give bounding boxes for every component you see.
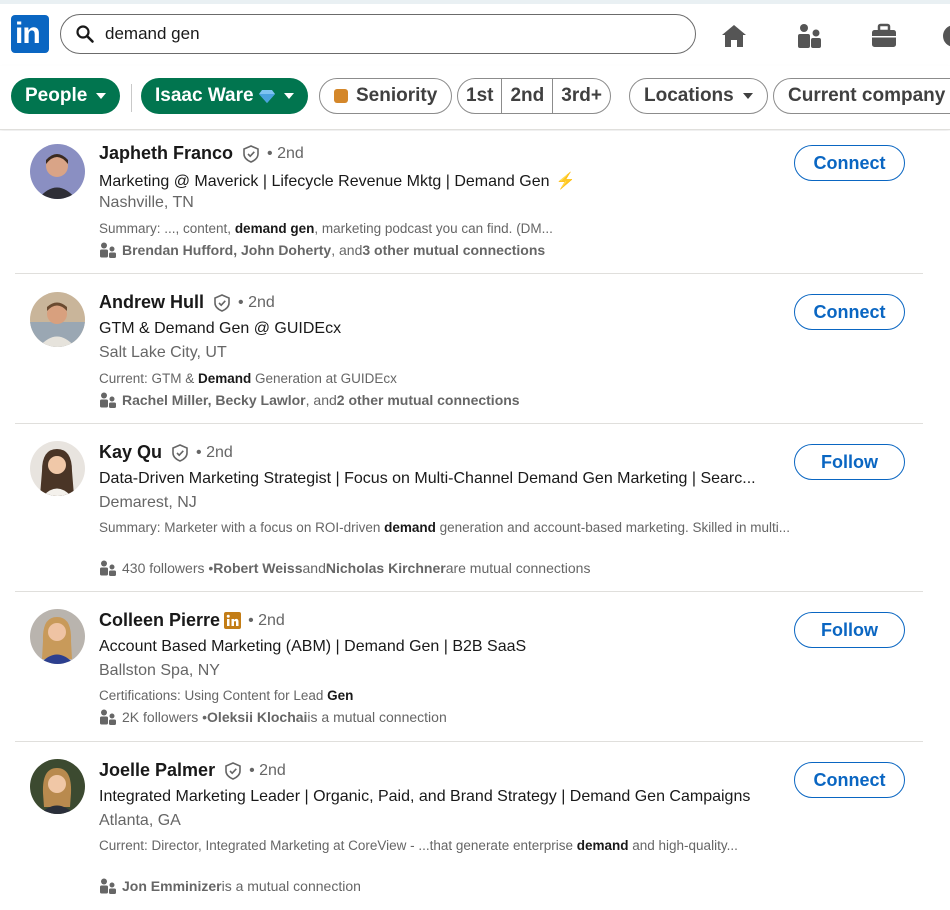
- profile-snippet: Current: GTM & Demand Generation at GUID…: [99, 371, 397, 386]
- profile-headline: Integrated Marketing Leader | Organic, P…: [99, 788, 751, 805]
- profile-headline: Account Based Marketing (ABM) | Demand G…: [99, 638, 527, 655]
- profile-name[interactable]: Joelle Palmer: [99, 760, 215, 781]
- search-results-list: Japheth Franco • 2nd Marketing @ Maveric…: [0, 131, 950, 910]
- mutual-connections[interactable]: Jon Emminizer is a mutual connection: [99, 878, 361, 894]
- verified-shield-icon: [225, 761, 241, 780]
- list-item: Joelle Palmer • 2nd Integrated Marketing…: [15, 742, 923, 910]
- jobs-icon[interactable]: [870, 22, 898, 50]
- profile-name[interactable]: Japheth Franco: [99, 143, 233, 164]
- verified-shield-icon: [214, 293, 230, 312]
- profile-snippet: Summary: Marketer with a focus on ROI-dr…: [99, 520, 791, 535]
- people-icon: [100, 242, 116, 258]
- profile-name[interactable]: Colleen Pierre: [99, 610, 220, 631]
- degree-1st-button[interactable]: 1st: [458, 79, 501, 113]
- search-input[interactable]: [105, 24, 665, 44]
- account-filter-label: Isaac Ware: [155, 85, 254, 106]
- sales-navigator-icon: [334, 89, 348, 103]
- list-item: Andrew Hull • 2nd GTM & Demand Gen @ GUI…: [15, 274, 923, 424]
- mutual-connections[interactable]: Rachel Miller, Becky Lawlor, and 2 other…: [99, 392, 520, 408]
- profile-headline: Marketing @ Maverick | Lifecycle Revenue…: [99, 173, 550, 190]
- logo-text: in: [15, 17, 41, 50]
- search-icon: [76, 25, 94, 43]
- home-icon[interactable]: [720, 22, 748, 50]
- avatar[interactable]: [30, 759, 85, 814]
- my-network-icon[interactable]: [796, 22, 824, 50]
- list-item: Colleen Pierre • 2nd Account Based Marke…: [15, 592, 923, 742]
- profile-headline: Data-Driven Marketing Strategist | Focus…: [99, 470, 756, 487]
- list-item: Kay Qu • 2nd Data-Driven Marketing Strat…: [15, 424, 923, 592]
- current-company-filter-button[interactable]: Current company: [773, 78, 950, 114]
- people-icon: [100, 560, 116, 576]
- profile-location: Demarest, NJ: [99, 494, 197, 511]
- search-box[interactable]: [60, 14, 696, 54]
- seniority-filter-button[interactable]: Seniority: [319, 78, 453, 114]
- follow-button[interactable]: Follow: [794, 612, 905, 648]
- connect-button[interactable]: Connect: [794, 145, 905, 181]
- profile-headline: GTM & Demand Gen @ GUIDEcx: [99, 320, 342, 337]
- profile-location: Nashville, TN: [99, 194, 194, 211]
- avatar[interactable]: [30, 292, 85, 347]
- linkedin-badge-icon: [224, 612, 242, 629]
- locations-filter-button[interactable]: Locations: [629, 78, 768, 114]
- list-item: Japheth Franco • 2nd Marketing @ Maveric…: [15, 131, 923, 274]
- search-filter-bar: People Isaac Ware Seniority 1st 2nd 3rd+…: [0, 66, 950, 130]
- profile-name[interactable]: Kay Qu: [99, 442, 162, 463]
- avatar[interactable]: [30, 441, 85, 496]
- locations-filter-label: Locations: [644, 85, 734, 106]
- linkedin-logo[interactable]: in: [11, 15, 49, 53]
- degree-2nd-button[interactable]: 2nd: [501, 79, 552, 113]
- profile-location: Ballston Spa, NY: [99, 662, 220, 679]
- connection-degree-filter: 1st 2nd 3rd+: [457, 78, 611, 114]
- people-icon: [100, 709, 116, 725]
- connection-degree: • 2nd: [249, 761, 286, 779]
- current-company-filter-label: Current company: [788, 85, 946, 106]
- chevron-down-icon: [283, 93, 294, 99]
- people-filter-button[interactable]: People: [11, 78, 121, 114]
- people-filter-label: People: [25, 85, 88, 106]
- global-nav: in: [0, 0, 950, 66]
- connection-degree: • 2nd: [267, 144, 304, 162]
- mutual-connections[interactable]: Brendan Hufford, John Doherty, and 3 oth…: [99, 242, 545, 258]
- people-icon: [100, 878, 116, 894]
- mutual-connections[interactable]: 2K followers • Oleksii Klochai is a mutu…: [99, 709, 447, 725]
- profile-name[interactable]: Andrew Hull: [99, 292, 204, 313]
- verified-shield-icon: [172, 443, 188, 462]
- avatar[interactable]: [30, 144, 85, 199]
- connect-button[interactable]: Connect: [794, 294, 905, 330]
- avatar[interactable]: [30, 609, 85, 664]
- connection-degree: • 2nd: [238, 293, 275, 311]
- chevron-down-icon: [96, 93, 107, 99]
- profile-snippet: Summary: ..., content, demand gen, marke…: [99, 221, 553, 236]
- follow-button[interactable]: Follow: [794, 444, 905, 480]
- chevron-down-icon: [742, 93, 753, 99]
- verified-shield-icon: [243, 144, 259, 163]
- premium-gem-icon: [258, 90, 275, 103]
- connection-degree: • 2nd: [196, 443, 233, 461]
- profile-snippet: Certifications: Using Content for Lead G…: [99, 688, 354, 703]
- messaging-icon[interactable]: [940, 22, 950, 50]
- filter-divider: [131, 84, 132, 112]
- lightning-icon: ⚡: [555, 173, 576, 190]
- profile-snippet: Current: Director, Integrated Marketing …: [99, 838, 738, 853]
- people-icon: [100, 392, 116, 408]
- connect-button[interactable]: Connect: [794, 762, 905, 798]
- connection-degree: • 2nd: [248, 611, 285, 629]
- account-filter-button[interactable]: Isaac Ware: [141, 78, 308, 114]
- seniority-filter-label: Seniority: [356, 85, 438, 106]
- profile-location: Atlanta, GA: [99, 812, 181, 829]
- mutual-connections[interactable]: 430 followers • Robert Weiss and Nichola…: [99, 560, 590, 576]
- profile-location: Salt Lake City, UT: [99, 344, 227, 361]
- degree-3rd-button[interactable]: 3rd+: [552, 79, 610, 113]
